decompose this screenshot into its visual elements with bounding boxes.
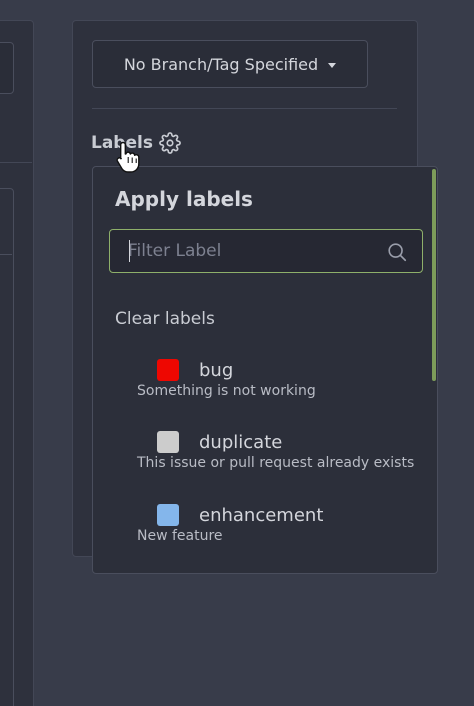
dropdown-title: Apply labels [115, 187, 253, 211]
hand-pointer-cursor-icon [115, 140, 143, 178]
branch-tag-label: No Branch/Tag Specified [123, 54, 319, 74]
filter-label-field[interactable] [109, 229, 423, 273]
sidebar-divider [92, 108, 397, 109]
text-caret [129, 240, 130, 262]
label-option-bug[interactable]: bug Something is not working [137, 359, 427, 399]
label-name: enhancement [199, 504, 324, 526]
label-option-enhancement[interactable]: enhancement New feature [137, 504, 427, 544]
caret-down-icon [328, 62, 337, 68]
label-description: New feature [137, 528, 223, 544]
label-name: duplicate [199, 431, 283, 453]
label-color-swatch [157, 431, 179, 453]
label-description: This issue or pull request already exist… [137, 455, 415, 471]
label-option-duplicate[interactable]: duplicate This issue or pull request alr… [137, 431, 427, 471]
filter-label-input[interactable] [128, 230, 378, 272]
left-input-box[interactable] [0, 42, 14, 94]
label-color-swatch [157, 504, 179, 526]
clear-labels-item[interactable]: Clear labels [115, 309, 215, 329]
left-divider [0, 162, 32, 163]
label-description: Something is not working [137, 383, 316, 399]
search-icon [386, 241, 408, 267]
branch-tag-dropdown-button[interactable]: No Branch/Tag Specified [92, 40, 368, 88]
label-name: bug [199, 359, 234, 381]
gear-icon[interactable] [159, 132, 181, 154]
dropdown-scrollbar[interactable] [432, 169, 436, 381]
label-color-swatch [157, 359, 179, 381]
labels-dropdown-menu: Apply labels Clear labels bug Something … [92, 166, 438, 574]
left-content-box [0, 188, 14, 706]
issue-page: No Branch/Tag Specified Labels Apply lab… [0, 0, 474, 706]
left-content-divider [0, 254, 12, 255]
